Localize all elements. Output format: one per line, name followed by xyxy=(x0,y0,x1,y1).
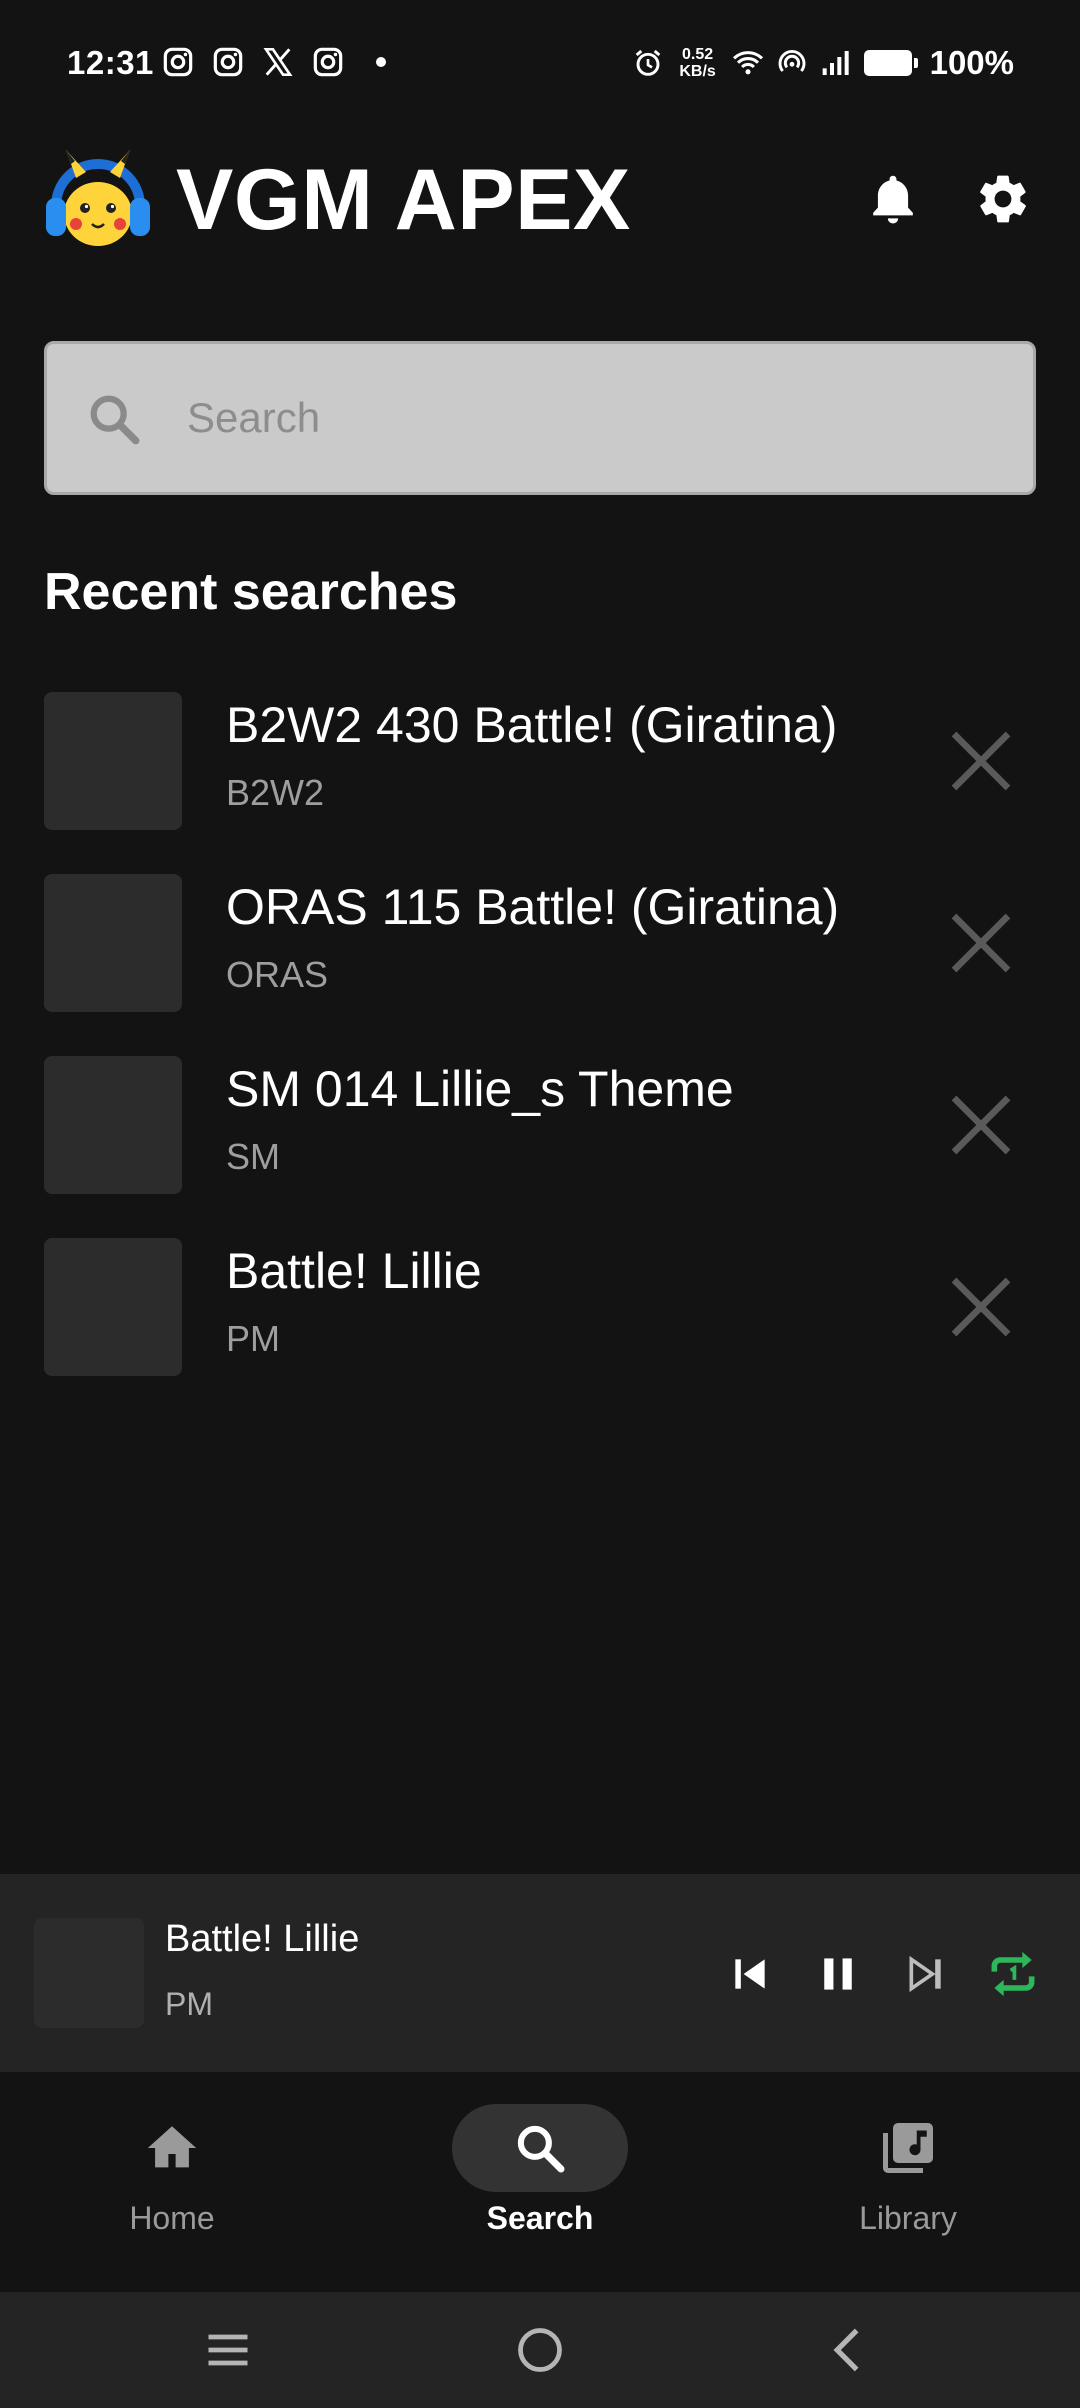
recent-apps-button[interactable] xyxy=(196,2318,260,2382)
net-speed-value: 0.52 xyxy=(682,46,714,63)
track-thumbnail xyxy=(44,1056,182,1194)
remove-recent-button[interactable] xyxy=(940,1084,1022,1166)
alarm-icon xyxy=(635,49,660,76)
more-notifications-dot-icon xyxy=(376,57,386,67)
nav-library[interactable]: Library xyxy=(788,2104,1028,2254)
recent-search-item[interactable]: ORAS 115 Battle! (Giratina) ORAS xyxy=(0,874,1080,1056)
net-speed-unit: KB/s xyxy=(679,63,716,80)
nav-library-pill xyxy=(820,2104,996,2192)
bottom-navigation: Home Search Library xyxy=(0,2072,1080,2292)
close-icon xyxy=(951,1095,1011,1155)
app-title: VGM APEX xyxy=(176,152,631,248)
nav-home[interactable]: Home xyxy=(52,2104,292,2254)
nav-search-label: Search xyxy=(486,2200,594,2236)
nav-library-label: Library xyxy=(859,2200,957,2236)
track-album: ORAS xyxy=(226,954,329,995)
close-icon xyxy=(951,731,1011,791)
track-title: Battle! Lillie xyxy=(226,1243,482,1299)
search-icon xyxy=(517,2125,565,2173)
track-title: B2W2 430 Battle! (Giratina) xyxy=(226,697,838,753)
system-navigation-bar xyxy=(0,2292,1080,2408)
remove-recent-button[interactable] xyxy=(940,1266,1022,1348)
back-chevron-icon xyxy=(833,2328,859,2372)
track-thumbnail xyxy=(44,1238,182,1376)
close-icon xyxy=(951,913,1011,973)
track-title: ORAS 115 Battle! (Giratina) xyxy=(226,879,840,935)
recent-searches-heading: Recent searches xyxy=(44,563,458,621)
instagram-icon xyxy=(163,47,193,77)
previous-track-button[interactable] xyxy=(718,1942,782,2006)
app-header: VGM APEX xyxy=(0,140,1080,260)
skip-previous-icon xyxy=(735,1959,765,1989)
home-button[interactable] xyxy=(508,2318,572,2382)
nav-search[interactable]: Search xyxy=(420,2104,660,2254)
remove-recent-button[interactable] xyxy=(940,720,1022,802)
status-bar: 12:31 0.52 KB/s 100% xyxy=(0,0,1080,130)
now-playing-thumbnail xyxy=(34,1918,144,2028)
back-button[interactable] xyxy=(816,2318,880,2382)
settings-button[interactable] xyxy=(970,166,1036,232)
circle-home-icon xyxy=(518,2328,562,2372)
status-notification-icons xyxy=(162,46,386,78)
instagram-icon xyxy=(213,47,243,77)
search-icon xyxy=(90,395,140,445)
track-title: SM 014 Lillie_s Theme xyxy=(226,1061,734,1117)
status-time: 12:31 xyxy=(67,44,154,81)
repeat-one-icon xyxy=(991,1951,1035,1997)
now-playing-title: Battle! Lillie xyxy=(165,1918,360,1960)
net-speed-indicator: 0.52 KB/s xyxy=(676,46,720,80)
recent-searches-list: B2W2 430 Battle! (Giratina) B2W2 ORAS 11… xyxy=(0,692,1080,1420)
signal-icon xyxy=(822,51,849,75)
battery-percentage: 100% xyxy=(929,44,1014,81)
track-thumbnail xyxy=(44,692,182,830)
track-album: SM xyxy=(226,1136,280,1177)
mini-player[interactable]: Battle! Lillie PM xyxy=(0,1874,1080,2072)
nav-home-pill xyxy=(84,2104,260,2192)
notifications-button[interactable] xyxy=(860,166,926,232)
repeat-one-button[interactable] xyxy=(981,1942,1045,2006)
search-box[interactable] xyxy=(44,341,1036,495)
menu-icon xyxy=(208,2334,248,2366)
library-music-icon xyxy=(883,2123,933,2173)
next-track-button[interactable] xyxy=(894,1942,958,2006)
wifi-icon xyxy=(732,51,763,75)
close-icon xyxy=(951,1277,1011,1337)
skip-next-icon xyxy=(909,1955,941,1993)
recent-search-item[interactable]: Battle! Lillie PM xyxy=(0,1238,1080,1420)
bell-icon xyxy=(873,175,913,224)
now-playing-album: PM xyxy=(165,1986,213,2022)
track-album: B2W2 xyxy=(226,772,325,813)
status-system-icons: 0.52 KB/s 100% xyxy=(632,40,1014,86)
nav-home-label: Home xyxy=(129,2200,215,2236)
nav-search-pill xyxy=(452,2104,628,2192)
recent-search-item[interactable]: SM 014 Lillie_s Theme SM xyxy=(0,1056,1080,1238)
hotspot-icon xyxy=(778,50,806,72)
pikachu-headphones-logo xyxy=(46,150,150,246)
search-input[interactable] xyxy=(187,382,987,454)
x-icon xyxy=(263,48,293,76)
track-thumbnail xyxy=(44,874,182,1012)
pause-button[interactable] xyxy=(806,1942,870,2006)
remove-recent-button[interactable] xyxy=(940,902,1022,984)
home-icon xyxy=(147,2126,197,2168)
recent-search-item[interactable]: B2W2 430 Battle! (Giratina) B2W2 xyxy=(0,692,1080,874)
battery-icon xyxy=(863,50,918,76)
track-album: PM xyxy=(226,1318,280,1359)
gear-icon xyxy=(980,175,1026,223)
instagram-icon xyxy=(313,47,343,77)
pause-icon xyxy=(824,1958,852,1990)
